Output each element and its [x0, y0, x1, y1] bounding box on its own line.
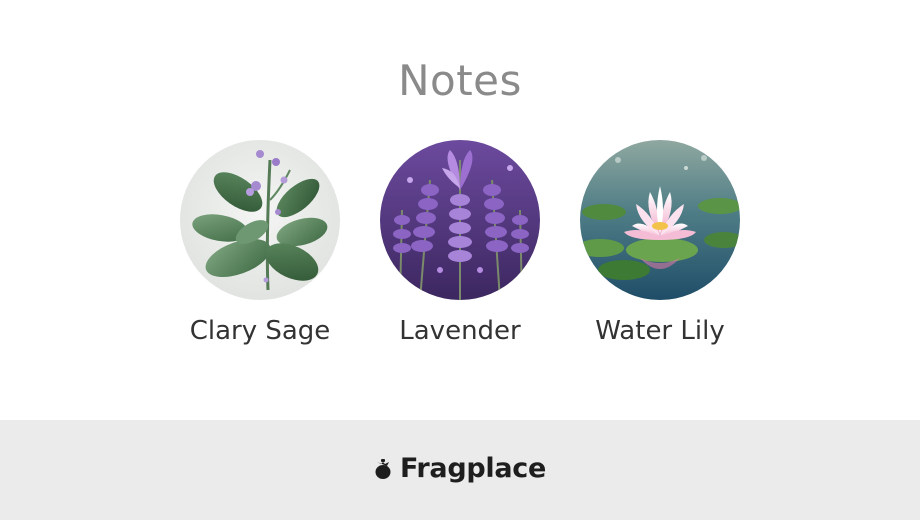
note-item-lavender[interactable]: Lavender	[360, 140, 560, 348]
note-item-water-lily[interactable]: Water Lily	[560, 140, 760, 348]
section-title: Notes	[398, 56, 522, 105]
lavender-image	[380, 140, 540, 300]
clary-sage-image	[180, 140, 340, 300]
water-lily-image	[580, 140, 740, 300]
notes-section: Notes Clary Sage Lavender Water Lily	[0, 0, 920, 420]
fragplace-logo-icon	[375, 459, 391, 479]
brand-name: Fragplace	[400, 453, 546, 484]
brand-link[interactable]: Fragplace	[0, 452, 920, 486]
note-label: Lavender	[399, 316, 521, 346]
footer: Fragplace	[0, 420, 920, 520]
note-label: Water Lily	[595, 316, 725, 346]
note-item-clary-sage[interactable]: Clary Sage	[160, 140, 360, 348]
note-label: Clary Sage	[189, 316, 331, 346]
